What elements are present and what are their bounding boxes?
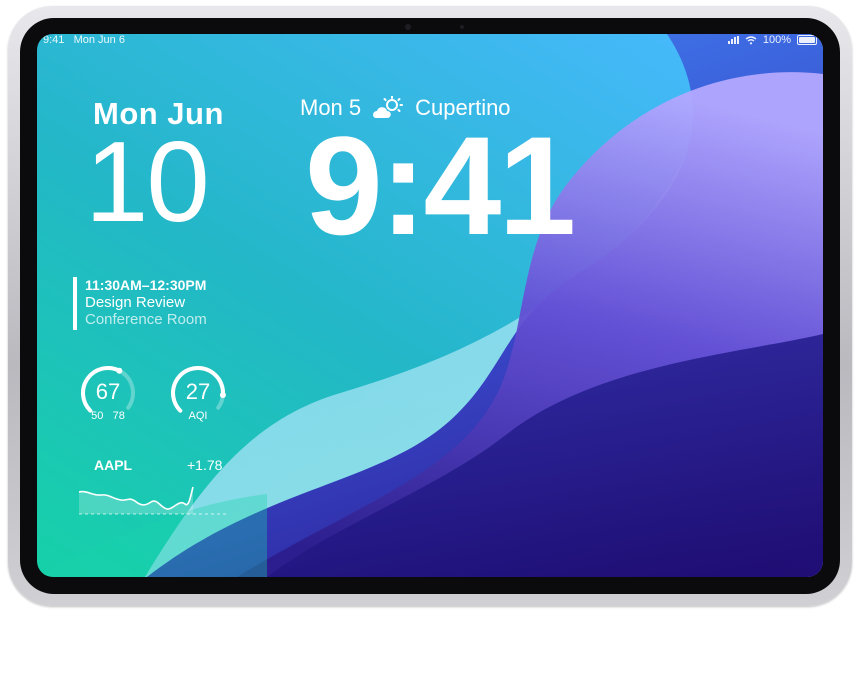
- stock-change: +1.78: [187, 457, 223, 473]
- status-date: Mon Jun 6: [73, 34, 125, 46]
- sparkline-area: [79, 487, 193, 514]
- aqi-widget[interactable]: 27 AQI: [168, 363, 228, 423]
- wifi-icon: [745, 35, 757, 44]
- battery-icon: [797, 35, 817, 45]
- cellular-signal-icon: [727, 36, 739, 44]
- calendar-event-widget[interactable]: 11:30AM–12:30PM Design Review Conference…: [73, 277, 207, 330]
- temperature-low: 50: [91, 410, 104, 422]
- stock-sparkline[interactable]: [79, 484, 229, 518]
- lock-time: 9:41: [305, 107, 576, 264]
- temperature-value: 67: [95, 379, 121, 404]
- battery-percent: 100%: [762, 34, 791, 46]
- status-time: 9:41: [43, 34, 65, 46]
- lock-screen[interactable]: 9:41 Mon Jun 6 100% Mon Jun 10 Mon 5 Cup…: [37, 34, 823, 577]
- aqi-value: 27: [185, 379, 211, 404]
- aqi-label: AQI: [188, 410, 208, 422]
- temperature-widget[interactable]: 67 50 78: [78, 363, 138, 423]
- stock-symbol: AAPL: [94, 457, 133, 473]
- event-location: Conference Room: [85, 311, 207, 328]
- event-title: Design Review: [85, 294, 186, 311]
- front-camera: [405, 24, 411, 30]
- status-time-date: 9:41 Mon Jun 6: [43, 34, 125, 46]
- temperature-high: 78: [112, 410, 125, 422]
- status-indicators: 100%: [727, 34, 817, 46]
- temperature-range: 50 78: [78, 410, 138, 422]
- event-time-range: 11:30AM–12:30PM: [85, 277, 207, 293]
- sensor-dot: [460, 25, 464, 29]
- lock-date-number: 10: [85, 119, 210, 246]
